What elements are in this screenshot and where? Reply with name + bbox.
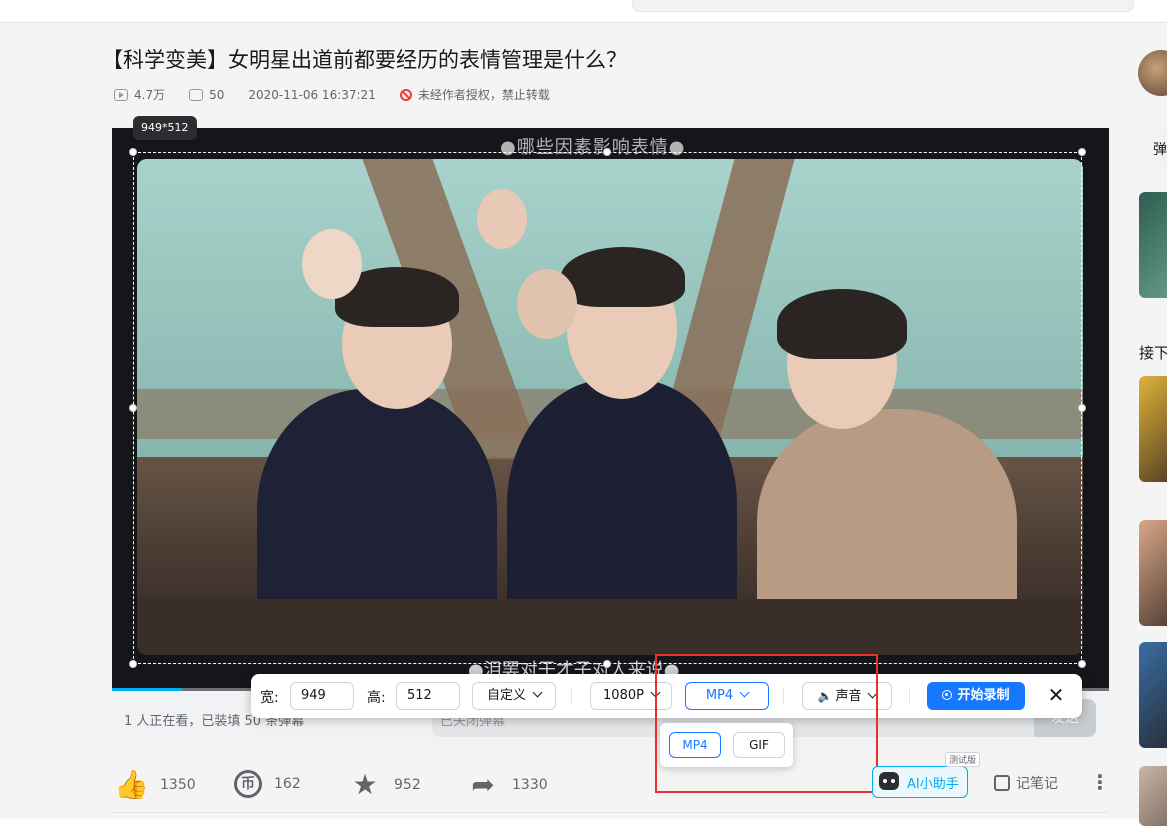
video-title: 【科学变美】女明星出道前都要经历的表情管理是什么？ bbox=[102, 48, 627, 72]
notes-button[interactable]: 记笔记 bbox=[994, 773, 1058, 793]
top-nav-bar bbox=[0, 0, 1167, 23]
publish-datetime: 2020-11-06 16:37:21 bbox=[248, 87, 376, 102]
coin-count: 162 bbox=[274, 776, 301, 792]
start-recording-button[interactable]: 开始录制 bbox=[927, 682, 1025, 710]
ai-assistant-button[interactable]: AI小助手 bbox=[872, 766, 968, 798]
no-repost-icon bbox=[399, 88, 412, 101]
divider bbox=[112, 812, 1109, 813]
coin-icon: 币 bbox=[234, 770, 262, 798]
height-input[interactable]: 512 bbox=[396, 682, 460, 710]
danmaku-count-icon bbox=[189, 88, 204, 101]
notes-icon bbox=[994, 775, 1010, 791]
like-button[interactable]: 👍 1350 bbox=[114, 770, 196, 800]
notes-label: 记笔记 bbox=[1016, 776, 1058, 792]
share-button[interactable]: ➦ 1330 bbox=[466, 768, 548, 801]
resize-handle-bottom-left[interactable] bbox=[129, 660, 137, 668]
share-count: 1330 bbox=[512, 777, 548, 793]
selection-size-badge: 949*512 bbox=[133, 116, 197, 140]
height-label: 高: bbox=[367, 690, 386, 706]
video-meta: 4.7万 50 2020-11-06 16:37:21 未经作者授权，禁止转载 bbox=[114, 86, 550, 103]
recommend-thumbnail[interactable] bbox=[1139, 642, 1167, 748]
width-label: 宽: bbox=[260, 690, 279, 706]
recommend-thumbnail[interactable] bbox=[1139, 766, 1167, 826]
capture-selection-box[interactable] bbox=[133, 152, 1082, 664]
resize-handle-top[interactable] bbox=[603, 148, 611, 156]
favorite-button[interactable]: ★ 952 bbox=[348, 768, 421, 801]
like-count: 1350 bbox=[160, 777, 196, 793]
recommend-thumbnail[interactable] bbox=[1139, 192, 1167, 298]
favorite-count: 952 bbox=[394, 777, 421, 793]
coin-button[interactable]: 币 162 bbox=[234, 770, 301, 798]
top-search-box[interactable] bbox=[632, 0, 1134, 12]
chevron-down-icon bbox=[532, 687, 543, 698]
resize-handle-bottom[interactable] bbox=[603, 660, 611, 668]
resize-handle-top-left[interactable] bbox=[129, 148, 137, 156]
more-icon[interactable]: ⋮ bbox=[1090, 768, 1110, 796]
ai-assistant-label: AI小助手 bbox=[907, 777, 959, 792]
play-count-icon bbox=[114, 88, 128, 101]
resize-handle-left[interactable] bbox=[129, 404, 137, 412]
close-icon[interactable]: ✕ bbox=[1045, 684, 1067, 706]
preset-dropdown[interactable]: 自定义 bbox=[472, 682, 556, 710]
start-recording-label: 开始录制 bbox=[957, 688, 1010, 703]
resolution-value: 1080P bbox=[603, 688, 644, 703]
robot-icon bbox=[879, 772, 899, 790]
thumbs-up-icon: 👍 bbox=[114, 768, 149, 801]
beta-badge: 测试版 bbox=[945, 752, 981, 767]
record-icon bbox=[942, 690, 953, 700]
width-input[interactable]: 949 bbox=[290, 682, 354, 710]
resize-handle-bottom-right[interactable] bbox=[1078, 660, 1086, 668]
up-next-label: 接下 bbox=[1139, 344, 1167, 362]
recommend-thumbnail[interactable] bbox=[1139, 520, 1167, 626]
danmaku-count: 50 bbox=[209, 87, 225, 102]
copyright-notice: 未经作者授权，禁止转载 bbox=[417, 88, 550, 102]
resize-handle-right[interactable] bbox=[1078, 404, 1086, 412]
resize-handle-top-right[interactable] bbox=[1078, 148, 1086, 156]
view-count: 4.7万 bbox=[134, 88, 166, 102]
share-arrow-icon: ➦ bbox=[471, 768, 495, 801]
star-icon: ★ bbox=[352, 768, 378, 801]
recommend-thumbnail[interactable] bbox=[1139, 376, 1167, 482]
danmaku-list-tab[interactable]: 弹 bbox=[1139, 128, 1167, 172]
preset-value: 自定义 bbox=[486, 688, 526, 703]
